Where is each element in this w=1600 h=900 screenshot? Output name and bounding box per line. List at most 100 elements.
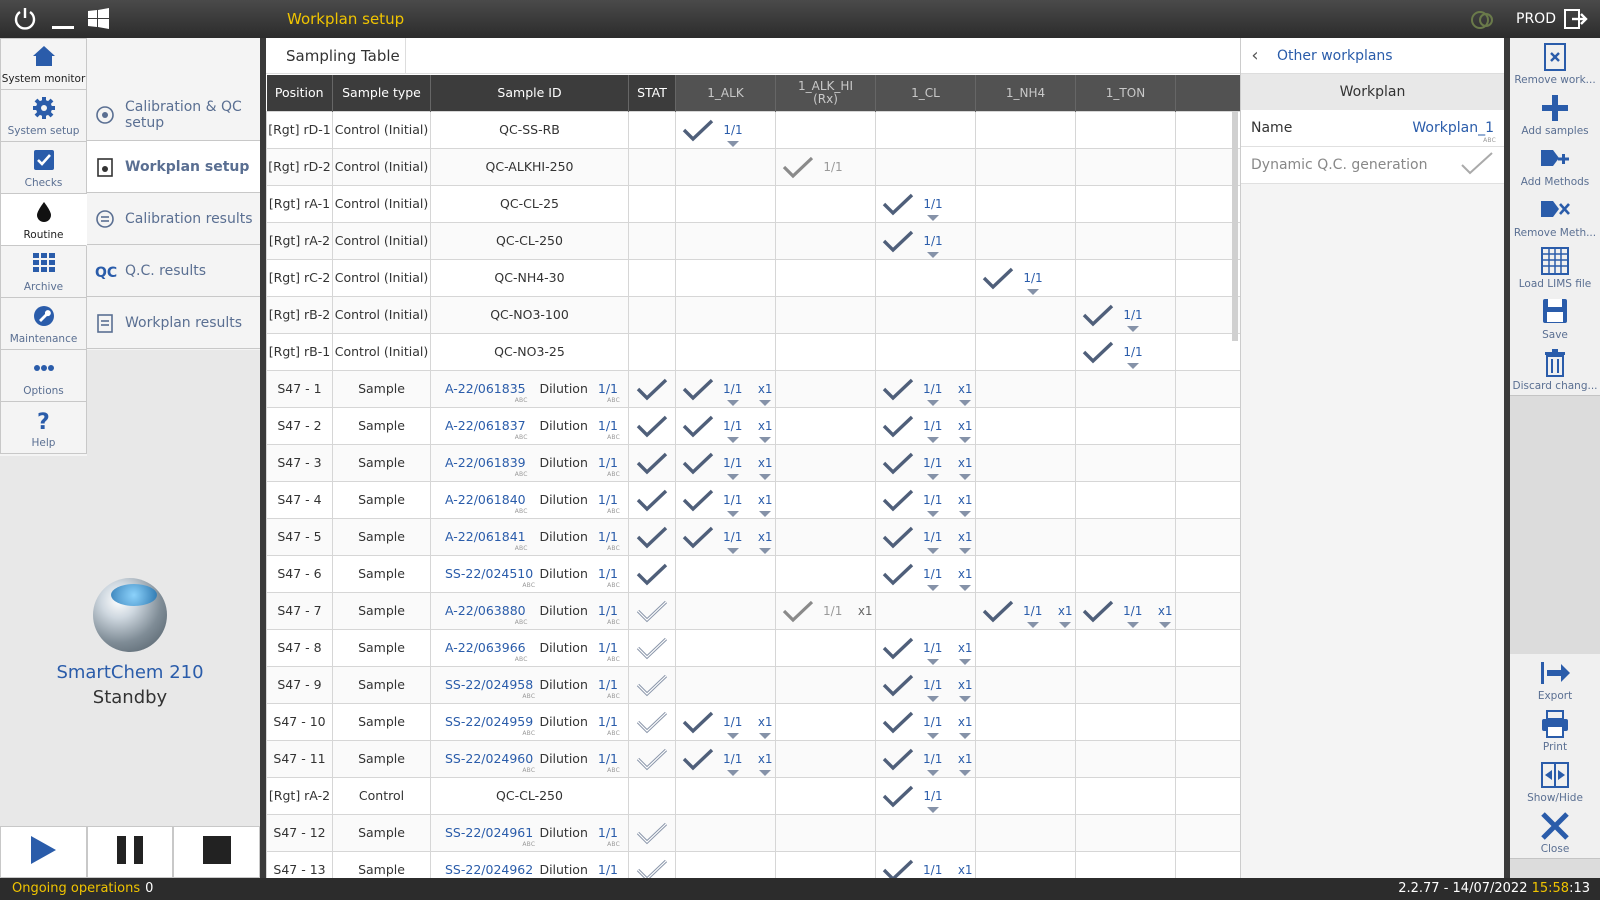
dilution-field[interactable]: 1/1ABC [598,862,618,877]
stat-check-icon[interactable] [636,599,668,623]
cell-method[interactable]: 1/1 x1 [875,406,976,445]
table-row[interactable]: S47 - 1 Sample A-22/061835 ABC Dilution 1/1… [266,369,1240,408]
replicates-selector[interactable]: 1/1 [718,419,747,443]
cell-method[interactable] [1075,739,1176,778]
method-check-icon[interactable] [882,858,914,878]
method-check-icon[interactable] [882,784,914,808]
export-button[interactable]: Export [1510,654,1600,706]
multiplier-selector[interactable]: x1 [755,382,774,406]
submenu-calibration-qc-setup[interactable]: Calibration & QC setup [87,89,260,141]
cell-stat[interactable] [628,554,676,593]
stat-check-icon[interactable] [636,821,668,845]
sample-id-field[interactable]: A-22/061840 ABC [445,492,527,515]
submenu-calibration-results[interactable]: Calibration results [87,193,260,245]
stat-check-icon[interactable] [636,414,668,438]
cell-method[interactable] [775,184,876,223]
cell-method[interactable] [675,221,776,260]
cell-method[interactable] [775,517,876,556]
method-check-icon[interactable] [882,377,914,401]
cell-method[interactable]: 1/1 x1 [675,739,776,778]
cell-method[interactable] [975,665,1076,704]
stat-check-icon[interactable] [636,562,668,586]
replicates-selector[interactable]: 1/1 [818,604,847,618]
cell-method[interactable] [675,665,776,704]
cell-method[interactable] [775,221,876,260]
stop-button[interactable] [173,826,261,878]
cell-method[interactable] [775,628,876,667]
cell-method[interactable]: 1/1 x1 [875,554,976,593]
sample-id-field[interactable]: SS-22/024958 ABC [445,677,535,700]
sample-id-field[interactable]: SS-22/024960 ABC [445,751,535,774]
cell-method[interactable]: 1/1 [675,110,776,149]
cell-method[interactable] [775,702,876,741]
minimize-icon[interactable] [50,6,78,32]
cell-method[interactable] [975,369,1076,408]
cell-method[interactable]: 1/1 x1 [875,665,976,704]
nav-system-monitor[interactable]: System monitor [0,38,87,90]
cell-method[interactable] [1075,221,1176,260]
cell-stat[interactable] [628,850,676,878]
table-row[interactable]: S47 - 4 Sample A-22/061840 ABC Dilution 1/1… [266,480,1240,519]
method-check-icon[interactable] [882,636,914,660]
sample-id-field[interactable]: SS-22/024510 ABC [445,566,535,589]
cell-method[interactable] [875,147,976,186]
method-check-icon[interactable] [682,414,714,438]
close-button[interactable]: Close [1510,807,1600,859]
cell-method[interactable] [775,665,876,704]
nav-help[interactable]: ? Help [0,402,87,454]
replicates-selector[interactable]: 1/1 [918,789,948,813]
cell-method[interactable] [1075,110,1176,149]
dilution-field[interactable]: 1/1ABC [598,751,620,774]
method-check-icon[interactable] [982,266,1014,290]
dilution-field[interactable]: 1/1ABC [598,492,620,515]
submenu-workplan-results[interactable]: Workplan results [87,297,260,349]
replicates-selector[interactable]: 1/1 [918,382,947,406]
cell-stat[interactable] [628,628,676,667]
cell-method[interactable] [775,739,876,778]
nav-checks[interactable]: Checks [0,142,87,194]
cell-method[interactable] [1075,776,1176,815]
cell-method[interactable]: 1/1 x1 [875,480,976,519]
cell-method[interactable] [975,517,1076,556]
method-column-header[interactable]: 1_ALK [675,75,776,111]
table-row[interactable]: S47 - 2 Sample A-22/061837 ABC Dilution 1/1… [266,406,1240,445]
cell-method[interactable] [675,591,776,630]
dilution-field[interactable]: 1/1ABC [598,825,620,848]
replicates-selector[interactable]: 1/1 [718,123,748,147]
cell-method[interactable] [775,480,876,519]
replicates-selector[interactable]: 1/1 [718,530,747,554]
method-check-icon[interactable] [1082,340,1114,364]
cell-method[interactable]: 1/1 x1 [875,702,976,741]
multiplier-selector[interactable]: x1 [955,382,974,406]
cell-method[interactable] [975,443,1076,482]
cell-method[interactable]: 1/1 [1075,295,1176,334]
sample-id-field[interactable]: SS-22/024962ABC [445,862,533,877]
method-check-icon[interactable] [682,525,714,549]
nav-archive[interactable]: Archive [0,246,87,298]
cell-method[interactable]: 1/1 x1 [875,517,976,556]
stat-check-icon[interactable] [636,858,668,878]
method-check-icon[interactable] [882,488,914,512]
column-header[interactable]: Sample type [332,75,431,111]
cell-method[interactable] [675,850,776,878]
cell-method[interactable]: 1/1 [875,776,976,815]
dilution-field[interactable]: 1/1ABC [598,640,620,663]
table-row[interactable]: S47 - 6 Sample SS-22/024510 ABC Dilution 1/… [266,554,1240,593]
add-methods-button[interactable]: Add Methods [1510,140,1600,192]
table-row[interactable]: S47 - 7 Sample A-22/063880 ABC Dilution 1/1… [266,591,1240,630]
cell-method[interactable] [1075,850,1176,878]
cell-method[interactable] [775,443,876,482]
replicates-selector[interactable]: 1/1 [1018,271,1048,295]
multiplier-selector[interactable]: x1 [955,419,974,443]
cell-method[interactable] [675,295,776,334]
cell-method[interactable] [1075,184,1176,223]
cell-method[interactable] [875,591,976,630]
stat-check-icon[interactable] [636,636,668,660]
sample-id-field[interactable]: A-22/061835 ABC [445,381,527,404]
cell-method[interactable] [675,776,776,815]
multiplier-selector[interactable]: x1 [955,567,974,591]
other-workplans-link[interactable]: ‹ Other workplans [1241,38,1504,74]
cell-method[interactable]: 1/1 x1 [1075,591,1176,630]
cell-method[interactable]: 1/1 [1075,332,1176,371]
replicates-selector[interactable]: 1/1 [818,160,848,174]
